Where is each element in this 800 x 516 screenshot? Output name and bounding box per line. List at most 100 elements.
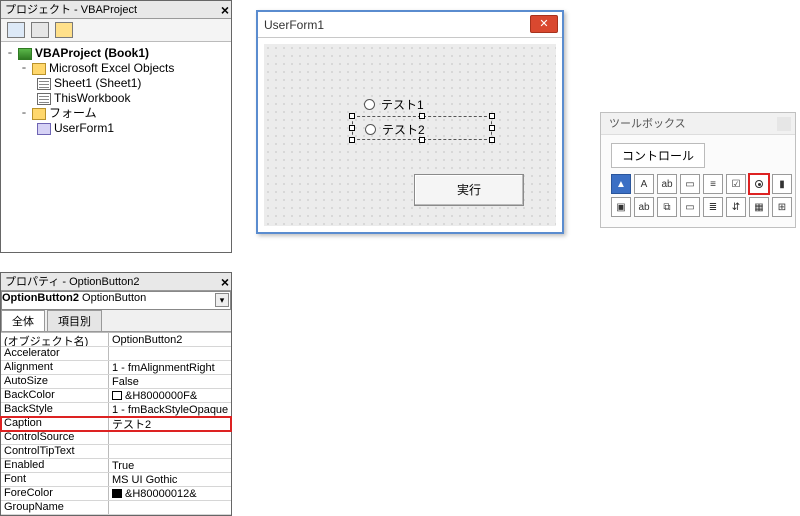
tree-item-userform1[interactable]: UserForm1: [5, 121, 229, 136]
form-close-button[interactable]: ✕: [530, 15, 558, 33]
resize-handle[interactable]: [349, 125, 355, 131]
property-value[interactable]: 1 - fmBackStyleOpaque: [109, 403, 231, 416]
property-row[interactable]: Alignment1 - fmAlignmentRight: [1, 361, 231, 375]
resize-handle[interactable]: [349, 137, 355, 143]
resize-handle[interactable]: [489, 125, 495, 131]
property-value-text: False: [112, 376, 139, 388]
property-row[interactable]: FontMS UI Gothic: [1, 473, 231, 487]
tree-item-sheet1[interactable]: Sheet1 (Sheet1): [5, 76, 229, 91]
property-row[interactable]: Accelerator: [1, 347, 231, 361]
tool-optionbutton[interactable]: [749, 174, 769, 194]
userform-designer[interactable]: UserForm1 ✕ テスト1 テスト2 実行: [256, 10, 564, 234]
property-value[interactable]: [109, 445, 231, 458]
properties-grid[interactable]: (オブジェクト名)OptionButton2AcceleratorAlignme…: [1, 332, 231, 515]
property-row[interactable]: Captionテスト2: [1, 417, 231, 431]
property-name: Alignment: [1, 361, 109, 374]
expander-icon[interactable]: -: [19, 106, 29, 121]
close-icon[interactable]: ×: [221, 273, 229, 291]
property-row[interactable]: BackColor&H8000000F&: [1, 389, 231, 403]
vbaproject-icon: [18, 48, 32, 60]
property-name: Enabled: [1, 459, 109, 472]
property-row[interactable]: ForeColor&H80000012&: [1, 487, 231, 501]
tool-image[interactable]: ▦: [749, 197, 769, 217]
object-selector[interactable]: OptionButton2 OptionButton ▾: [1, 291, 231, 310]
property-value-text: True: [112, 460, 134, 472]
property-row[interactable]: (オブジェクト名)OptionButton2: [1, 333, 231, 347]
tool-frame[interactable]: ▣: [611, 197, 631, 217]
form-canvas[interactable]: テスト1 テスト2 実行: [264, 44, 556, 226]
property-row[interactable]: ControlSource: [1, 431, 231, 445]
property-name: BackColor: [1, 389, 109, 402]
expander-icon[interactable]: -: [5, 46, 15, 61]
tool-commandbutton[interactable]: ab: [634, 197, 654, 217]
form-title: UserForm1: [264, 18, 324, 32]
resize-handle[interactable]: [419, 113, 425, 119]
project-title-bar: プロジェクト - VBAProject ×: [1, 1, 231, 19]
expander-icon[interactable]: -: [19, 61, 29, 76]
tool-combobox[interactable]: ▭: [680, 174, 700, 194]
property-name: AutoSize: [1, 375, 109, 388]
tool-textbox[interactable]: ab: [657, 174, 677, 194]
project-tree[interactable]: - VBAProject (Book1) - Microsoft Excel O…: [1, 42, 231, 252]
optionbutton1[interactable]: テスト1: [364, 96, 424, 113]
tool-listbox[interactable]: ≡: [703, 174, 723, 194]
tool-tabstrip[interactable]: ⧉: [657, 197, 677, 217]
tool-pointer[interactable]: ▲: [611, 174, 631, 194]
property-row[interactable]: EnabledTrue: [1, 459, 231, 473]
color-swatch-icon: [112, 489, 122, 498]
execute-button[interactable]: 実行: [414, 174, 524, 206]
resize-handle[interactable]: [489, 113, 495, 119]
properties-title-bar: プロパティ - OptionButton2 ×: [1, 273, 231, 291]
tree-folder-excel[interactable]: - Microsoft Excel Objects: [5, 61, 229, 76]
property-value-text: &H80000012&: [125, 488, 197, 500]
property-row[interactable]: BackStyle1 - fmBackStyleOpaque: [1, 403, 231, 417]
property-name: Accelerator: [1, 347, 109, 360]
property-value[interactable]: OptionButton2: [109, 333, 231, 346]
resize-handle[interactable]: [489, 137, 495, 143]
tool-refedit[interactable]: ⊞: [772, 197, 792, 217]
close-icon[interactable]: [777, 117, 791, 131]
tree-root[interactable]: - VBAProject (Book1): [5, 46, 229, 61]
tool-multipage[interactable]: ▭: [680, 197, 700, 217]
tool-scrollbar[interactable]: ≣: [703, 197, 723, 217]
tool-spin[interactable]: ⇵: [726, 197, 746, 217]
tree-item-thisworkbook[interactable]: ThisWorkbook: [5, 91, 229, 106]
toolbox-titlebar[interactable]: ツールボックス: [601, 113, 795, 135]
tab-categorized[interactable]: 項目別: [47, 310, 102, 331]
view-code-icon[interactable]: [7, 22, 25, 38]
property-value[interactable]: False: [109, 375, 231, 388]
property-value[interactable]: [109, 431, 231, 444]
radio-icon: [365, 124, 376, 135]
property-value[interactable]: &H80000012&: [109, 487, 231, 500]
optionbutton2-selection[interactable]: テスト2: [352, 116, 492, 140]
property-value[interactable]: テスト2: [109, 417, 231, 430]
property-row[interactable]: AutoSizeFalse: [1, 375, 231, 389]
property-value[interactable]: MS UI Gothic: [109, 473, 231, 486]
tree-label: VBAProject (Book1): [35, 46, 149, 61]
toolbox-tab-controls[interactable]: コントロール: [611, 143, 705, 168]
property-name: ControlTipText: [1, 445, 109, 458]
folder-toggle-icon[interactable]: [55, 22, 73, 38]
properties-tabs: 全体 項目別: [1, 310, 231, 332]
property-name: ForeColor: [1, 487, 109, 500]
property-value-text: 1 - fmAlignmentRight: [112, 362, 215, 374]
chevron-down-icon[interactable]: ▾: [215, 293, 229, 307]
property-value[interactable]: 1 - fmAlignmentRight: [109, 361, 231, 374]
tree-folder-forms[interactable]: - フォーム: [5, 106, 229, 121]
property-value[interactable]: True: [109, 459, 231, 472]
tool-toggle[interactable]: ▮: [772, 174, 792, 194]
optionbutton2[interactable]: テスト2: [365, 121, 425, 138]
property-value-text: テスト2: [112, 417, 151, 430]
property-row[interactable]: ControlTipText: [1, 445, 231, 459]
tool-checkbox[interactable]: ☑: [726, 174, 746, 194]
property-value[interactable]: [109, 501, 231, 514]
view-object-icon[interactable]: [31, 22, 49, 38]
form-titlebar[interactable]: UserForm1 ✕: [258, 12, 562, 38]
tab-all[interactable]: 全体: [1, 310, 45, 331]
property-row[interactable]: GroupName: [1, 501, 231, 515]
close-icon[interactable]: ×: [221, 1, 229, 19]
tool-label[interactable]: A: [634, 174, 654, 194]
resize-handle[interactable]: [349, 113, 355, 119]
property-value[interactable]: &H8000000F&: [109, 389, 231, 402]
property-value[interactable]: [109, 347, 231, 360]
